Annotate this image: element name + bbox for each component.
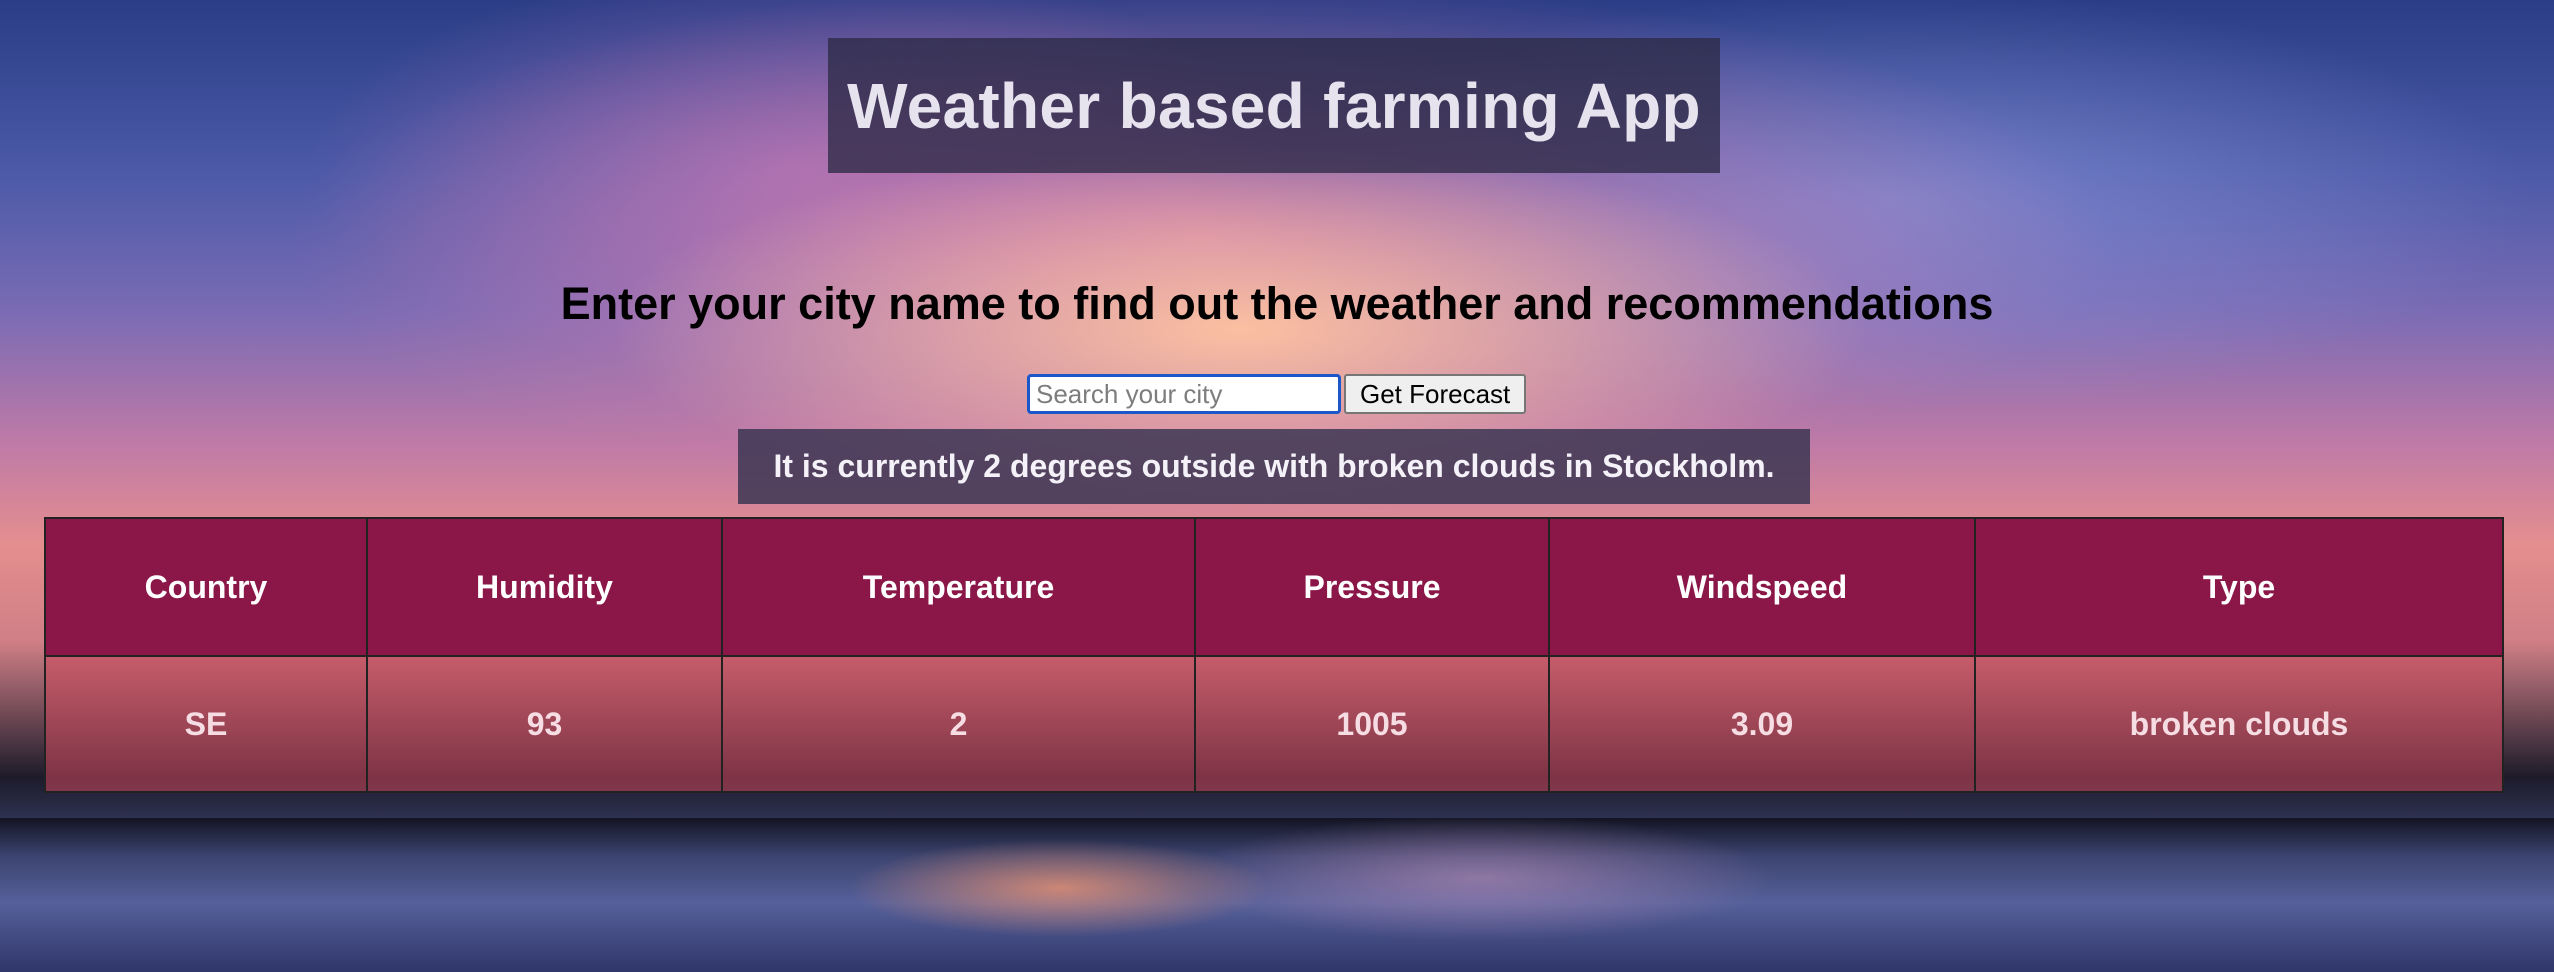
table-row: SE 93 2 1005 3.09 broken clouds [44,655,2504,793]
column-header-pressure: Pressure [1194,517,1550,657]
cell-pressure: 1005 [1194,655,1550,793]
get-forecast-button[interactable]: Get Forecast [1344,374,1527,414]
column-header-windspeed: Windspeed [1548,517,1976,657]
background-lake [0,818,2554,972]
column-header-temperature: Temperature [721,517,1196,657]
app-title-banner: Weather based farming App [828,38,1720,173]
app-title: Weather based farming App [847,69,1701,142]
cell-windspeed: 3.09 [1548,655,1976,793]
weather-status-message: It is currently 2 degrees outside with b… [738,429,1810,504]
cell-type: broken clouds [1974,655,2504,793]
column-header-country: Country [44,517,368,657]
column-header-humidity: Humidity [366,517,723,657]
cell-humidity: 93 [366,655,723,793]
instructions-heading: Enter your city name to find out the wea… [560,278,1994,329]
city-search-input[interactable] [1027,374,1341,414]
cell-country: SE [44,655,368,793]
table-header-row: Country Humidity Temperature Pressure Wi… [44,517,2504,657]
search-form: Get Forecast [1027,374,1527,414]
column-header-type: Type [1974,517,2504,657]
weather-table: Country Humidity Temperature Pressure Wi… [44,517,2504,793]
cell-temperature: 2 [721,655,1196,793]
